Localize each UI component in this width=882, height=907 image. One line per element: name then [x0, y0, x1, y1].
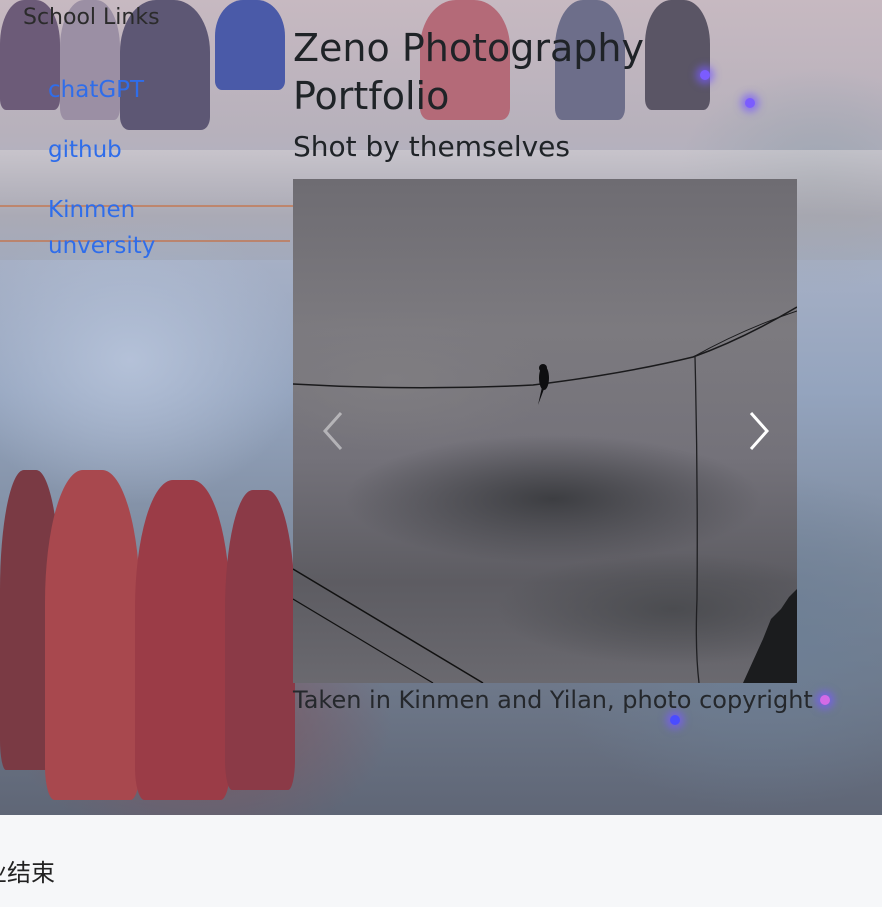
- performer-figure: [215, 0, 285, 90]
- link-github[interactable]: github: [48, 132, 122, 168]
- footer: [0, 815, 882, 907]
- page-title: Zeno Photography Portfolio: [293, 26, 644, 118]
- link-kinmen-university[interactable]: Kinmen unversity: [48, 192, 188, 264]
- sidebar-title: School Links: [23, 5, 160, 30]
- performer-figure: [135, 480, 230, 800]
- school-links-list: chatGPT github Kinmen unversity: [48, 72, 188, 288]
- list-item: github: [48, 132, 188, 168]
- carousel-prev-button[interactable]: [313, 401, 353, 461]
- performer-figure: [225, 490, 295, 790]
- list-item: chatGPT: [48, 72, 188, 108]
- carousel-photo: [293, 306, 797, 683]
- photo-carousel[interactable]: [293, 179, 797, 683]
- footer-text: 业结束: [0, 859, 55, 887]
- link-chatgpt[interactable]: chatGPT: [48, 72, 144, 108]
- list-item: Kinmen unversity: [48, 192, 188, 264]
- performer-figure: [45, 470, 140, 800]
- page-subtitle: Shot by themselves: [293, 130, 570, 163]
- stage-light: [670, 715, 680, 725]
- stage-light: [745, 98, 755, 108]
- stage-light: [820, 695, 830, 705]
- carousel-caption: Taken in Kinmen and Yilan, photo copyrig…: [293, 686, 813, 714]
- carousel-next-button[interactable]: [739, 401, 779, 461]
- chevron-left-icon: [322, 412, 343, 450]
- chevron-right-icon: [749, 412, 770, 450]
- stage-light: [700, 70, 710, 80]
